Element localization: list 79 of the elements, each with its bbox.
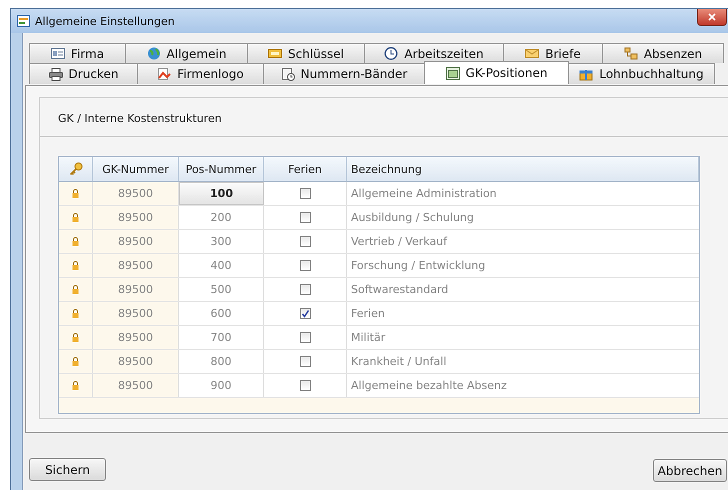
image-icon: [157, 68, 172, 80]
document-icon: [280, 68, 295, 80]
table-cell-text: Allgemeine Administration: [350, 186, 498, 202]
settings-tab[interactable]: Lohnbuchhaltung: [568, 63, 715, 84]
globe-icon: [146, 47, 161, 60]
gift-icon: [579, 68, 594, 80]
table-cell: 700: [179, 326, 264, 349]
table-cell-text: Softwarestandard: [350, 282, 450, 298]
column-header[interactable]: Pos-Nummer: [179, 157, 264, 181]
checkbox[interactable]: [300, 212, 310, 223]
app-icon: [17, 15, 30, 27]
table-cell-text: Ferien: [350, 306, 386, 322]
table-cell: 89500: [93, 182, 179, 205]
table-cell: 89500: [93, 206, 179, 229]
checkbox[interactable]: [300, 356, 310, 367]
key-icon: [68, 162, 82, 176]
settings-tab[interactable]: Firma: [29, 43, 126, 63]
settings-tab[interactable]: Absenzen: [602, 43, 724, 63]
table-cell: 600: [179, 302, 264, 325]
checkbox[interactable]: [300, 308, 310, 319]
checkbox[interactable]: [300, 188, 310, 199]
envelope-icon: [525, 47, 540, 60]
settings-tab[interactable]: Briefe: [503, 43, 603, 63]
lock-icon: [72, 381, 79, 390]
settings-tab[interactable]: Drucken: [29, 63, 138, 84]
table-cell: 89500: [93, 326, 179, 349]
boxes-icon: [624, 47, 638, 60]
settings-tab[interactable]: Firmenlogo: [137, 63, 264, 84]
table-cell: 300: [179, 230, 264, 253]
lock-icon: [72, 261, 79, 270]
printer-icon: [48, 68, 63, 80]
settings-tab[interactable]: Arbeitszeiten: [364, 43, 504, 63]
close-icon: [708, 13, 716, 21]
settings-tab[interactable]: GK-Positionen: [424, 61, 569, 84]
table-cell-text: Vertrieb / Verkauf: [350, 234, 448, 250]
section-title: GK / Interne Kostenstrukturen: [58, 112, 222, 125]
checkbox[interactable]: [300, 260, 310, 271]
table-cell: 500: [179, 278, 264, 301]
table-cell: 200: [179, 206, 264, 229]
column-header[interactable]: Ferien: [264, 157, 347, 181]
lock-icon: [72, 333, 79, 342]
table-cell: 89500: [93, 230, 179, 253]
table-cell: 89500: [93, 350, 179, 373]
card-icon: [268, 47, 282, 60]
table-cell-text: Militär: [350, 330, 386, 346]
table-cell: 800: [179, 350, 264, 373]
column-header[interactable]: Bezeichnung: [347, 157, 699, 181]
table-cell-text: Krankheit / Unfall: [350, 354, 448, 370]
lock-icon: [72, 285, 79, 294]
table-cell: 89500: [93, 278, 179, 301]
column-header[interactable]: GK-Nummer: [93, 157, 179, 181]
settings-tab[interactable]: Nummern-Bänder: [263, 63, 425, 84]
window-icon: [446, 66, 460, 80]
table-cell: 89500: [93, 254, 179, 277]
table-cell: 100: [179, 182, 264, 205]
lock-icon: [72, 357, 79, 366]
checkbox[interactable]: [300, 332, 310, 343]
id-card-icon: [50, 47, 65, 60]
table-cell-text: Ausbildung / Schulung: [350, 210, 475, 226]
window-title: Allgemeine Einstellungen: [35, 14, 175, 28]
lock-icon: [72, 189, 79, 198]
table-cell: 89500: [93, 374, 179, 397]
table-cell-text: Forschung / Entwicklung: [350, 258, 486, 274]
settings-tab[interactable]: Schlüssel: [247, 43, 365, 63]
lock-icon: [72, 213, 79, 222]
lock-icon: [72, 237, 79, 246]
checkbox[interactable]: [300, 284, 310, 295]
save-button[interactable]: Sichern: [29, 458, 106, 481]
table-cell-text: Allgemeine bezahlte Absenz: [350, 378, 508, 394]
clock-icon: [384, 47, 398, 60]
table-cell: 900: [179, 374, 264, 397]
table-cell: 400: [179, 254, 264, 277]
lock-icon: [72, 309, 79, 318]
cancel-button[interactable]: Abbrechen: [653, 459, 727, 482]
checkbox[interactable]: [300, 380, 310, 391]
table-cell: 89500: [93, 302, 179, 325]
settings-tab[interactable]: Allgemein: [125, 43, 248, 63]
close-button[interactable]: [697, 9, 727, 26]
checkbox[interactable]: [300, 236, 310, 247]
